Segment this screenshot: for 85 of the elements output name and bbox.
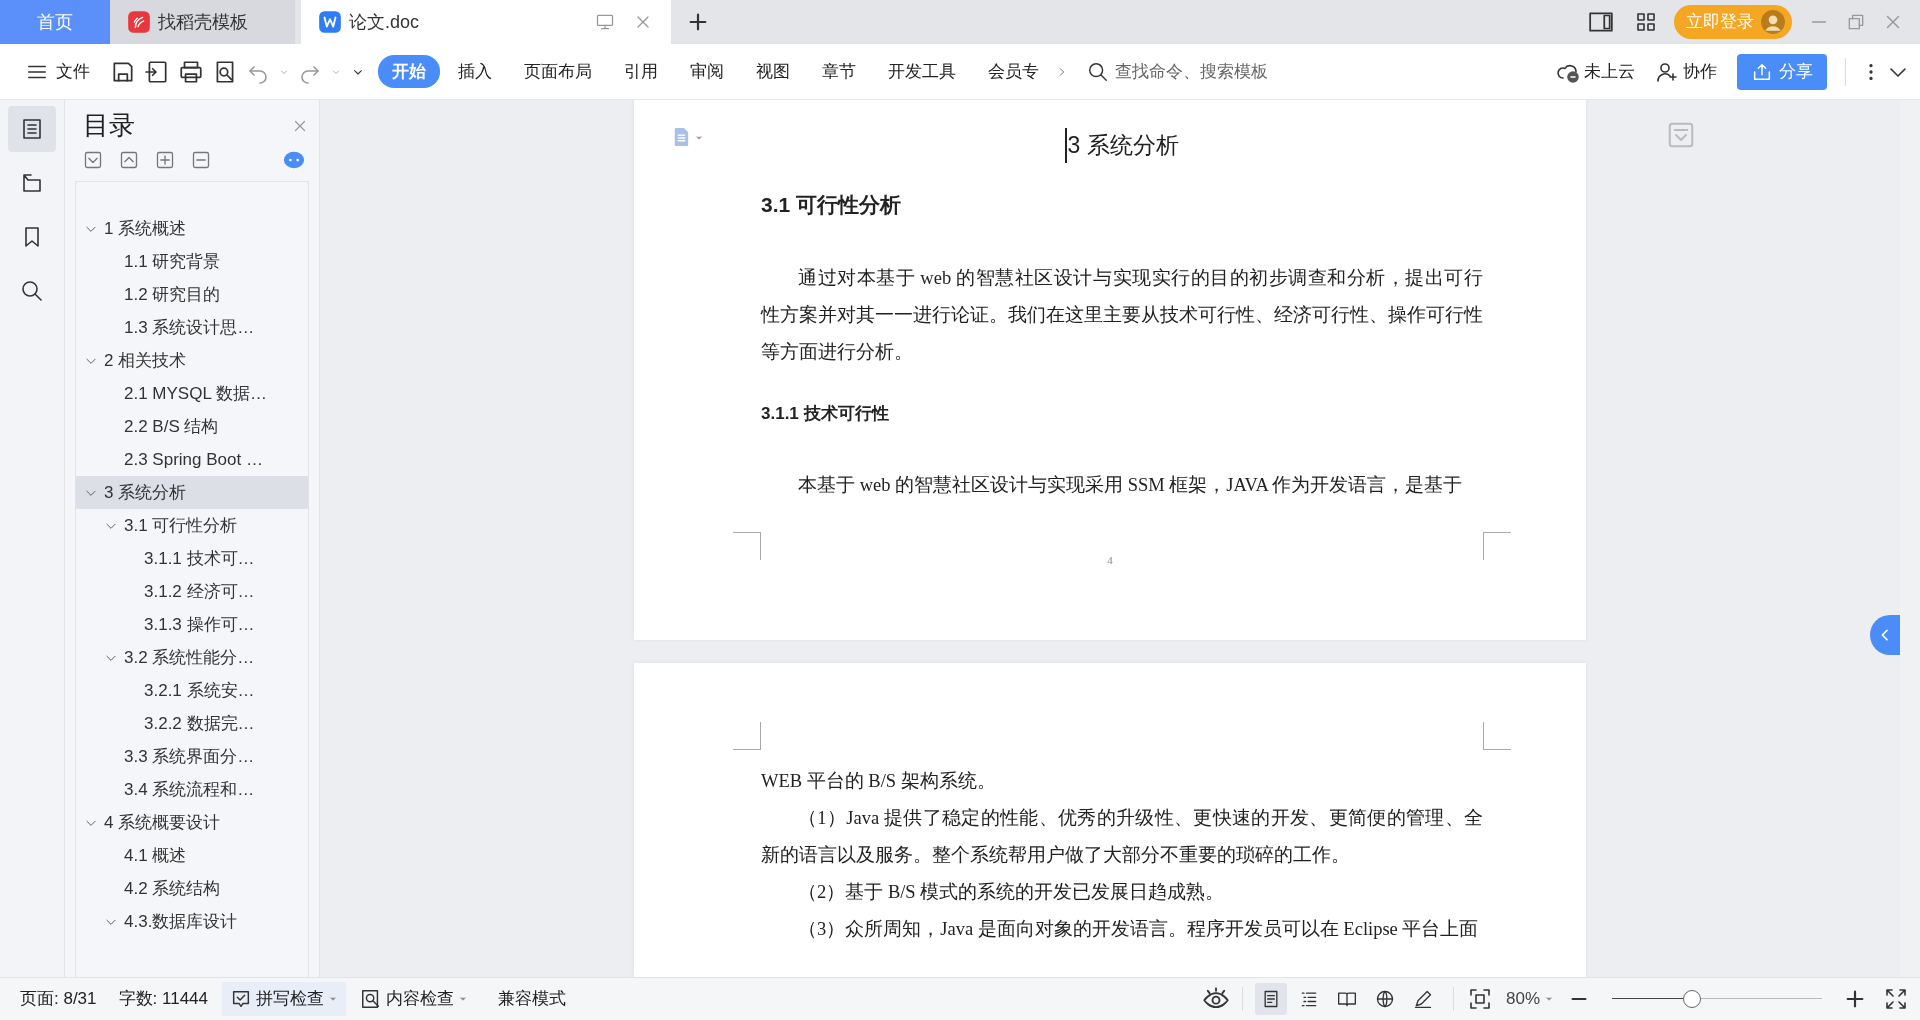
- collapse-all-icon[interactable]: [83, 150, 103, 170]
- caret-icon: [1544, 994, 1554, 1004]
- toc-item[interactable]: 2.3 Spring Boot …: [76, 443, 308, 476]
- toc-item[interactable]: 4.1 概述: [76, 839, 308, 872]
- corner-mark: [1483, 722, 1511, 750]
- content-check-button[interactable]: 内容检查: [352, 982, 476, 1016]
- toc-item[interactable]: 3.2 系统性能分…: [76, 641, 308, 674]
- page-count: 页面: 8/31: [19, 988, 98, 1011]
- toc-item[interactable]: 1.2 研究目的: [76, 278, 308, 311]
- section-heading: 3.1 可行性分析: [761, 191, 903, 218]
- toc-item[interactable]: 2 相关技术: [76, 344, 308, 377]
- zoom-in-icon[interactable]: [1844, 988, 1866, 1010]
- toc-item[interactable]: 3.1.3 操作可…: [76, 608, 308, 641]
- paragraph: （3）众所周知，Java 是面向对象的开发语言。程序开发员可以在 Eclipse 平台上面: [797, 918, 1480, 941]
- toc-item[interactable]: 3.4 系统流程和…: [76, 773, 308, 806]
- ribbon-tab[interactable]: 开发工具: [874, 54, 970, 89]
- ribbon-tab[interactable]: 引用: [610, 54, 672, 89]
- ribbon-tab[interactable]: 插入: [444, 54, 506, 89]
- toc-item[interactable]: 3.2.2 数据完…: [76, 707, 308, 740]
- search-field[interactable]: 查找命令、搜索模板: [1113, 57, 1403, 86]
- contents-button[interactable]: [8, 106, 56, 152]
- cloud-button[interactable]: 未上云: [1548, 54, 1643, 89]
- word-count: 字数: 11444: [117, 988, 209, 1011]
- toc-item[interactable]: 4 系统概要设计: [76, 806, 308, 839]
- remove-icon[interactable]: [191, 150, 211, 170]
- spell-check-button[interactable]: 拼写检查: [222, 982, 346, 1016]
- toc-item[interactable]: 1.1 研究背景: [76, 245, 308, 278]
- subsection-heading: 3.1.1 技术可行性: [761, 403, 890, 425]
- paragraph: （2）基于 B/S 模式的系统的开发已发展日趋成熟。: [797, 881, 1226, 904]
- print-icon[interactable]: [178, 58, 204, 85]
- ribbon-tab[interactable]: 会员专: [974, 54, 1053, 89]
- fullscreen-icon[interactable]: [1884, 987, 1908, 1011]
- new-tab-icon[interactable]: [687, 11, 709, 33]
- zoom-menu[interactable]: 80%: [1497, 982, 1562, 1016]
- leaf-logo-icon: [128, 11, 150, 33]
- avatar-icon: [1760, 9, 1786, 35]
- panel-title: 目录: [82, 109, 135, 142]
- content-check-icon: [360, 988, 382, 1010]
- search-icon[interactable]: [1087, 60, 1109, 83]
- fit-page-icon[interactable]: [1467, 987, 1492, 1011]
- toc-item[interactable]: 1 系统概述: [76, 212, 308, 245]
- caret-icon: [458, 994, 468, 1004]
- paragraph: 通过对本基于 web 的智慧社区设计与实现实行的目的初步调查和分析，提出可行性方案并对其一一进行论证。我们在这里主要从技术可行性、经济可行性、操作可行性等方面进行分析。: [761, 267, 1483, 364]
- side-panel-toggle[interactable]: [1870, 615, 1900, 655]
- corner-mark: [733, 532, 761, 560]
- paragraph: WEB 平台的 B/S 架构系统。: [761, 770, 997, 793]
- search-icon: [20, 279, 44, 303]
- compatibility-mode: 兼容模式: [497, 988, 567, 1011]
- paragraph: 本基于 web 的智慧社区设计与实现采用 SSM 框架，JAVA 作为开发语言，是基于: [797, 473, 1464, 497]
- export-icon[interactable]: [144, 58, 170, 85]
- toc-item[interactable]: 2.2 B/S 结构: [76, 410, 308, 443]
- collaborate-button[interactable]: 协作: [1647, 54, 1725, 89]
- toc-item[interactable]: 3.1.2 经济可…: [76, 575, 308, 608]
- spell-check-icon: [230, 988, 252, 1010]
- ribbon-tab[interactable]: 章节: [808, 54, 870, 89]
- toc-item[interactable]: 3.3 系统界面分…: [76, 740, 308, 773]
- corner-mark: [1483, 532, 1511, 560]
- toc-item[interactable]: 3.2.1 系统安…: [76, 674, 308, 707]
- toc-item[interactable]: 3.1 可行性分析: [76, 509, 308, 542]
- scrollbar[interactable]: [1900, 100, 1920, 977]
- ribbon-tab[interactable]: 视图: [742, 54, 804, 89]
- add-icon[interactable]: [155, 150, 175, 170]
- toc-item[interactable]: 2.1 MYSQL 数据…: [76, 377, 308, 410]
- screen-icon[interactable]: [595, 12, 615, 32]
- expand-all-icon[interactable]: [119, 150, 139, 170]
- caret-icon: [328, 994, 338, 1004]
- toc-item[interactable]: 1.3 系统设计思…: [76, 311, 308, 344]
- file-menu[interactable]: 文件: [18, 54, 98, 89]
- ribbon-tab[interactable]: 页面布局: [510, 54, 606, 89]
- paragraph: （1）Java 提供了稳定的性能、优秀的升级性、更快速的开发、更简便的管理、全新的语言以及服务。整个系统帮用户做了大部分不重要的琐碎的工作。: [761, 807, 1483, 867]
- toc-item[interactable]: 4.2 系统结构: [76, 872, 308, 905]
- page-title: 3 系统分析: [1065, 128, 1179, 163]
- ribbon-tab[interactable]: 审阅: [676, 54, 738, 89]
- page-number: 4: [1106, 553, 1114, 568]
- writer-logo-icon: [319, 11, 341, 33]
- slider-thumb[interactable]: [1682, 990, 1701, 1008]
- grid-icon[interactable]: [1634, 10, 1658, 34]
- list-icon: [20, 117, 44, 141]
- toc-item[interactable]: 3 系统分析: [76, 476, 308, 509]
- toc-item[interactable]: 4.3.数据库设计: [76, 905, 308, 938]
- corner-mark: [733, 722, 761, 750]
- document-tab[interactable]: 论文.doc: [301, 0, 671, 44]
- document-tab[interactable]: 找稻壳模板: [110, 0, 295, 44]
- view-mode-button[interactable]: [1254, 983, 1287, 1015]
- toc-item[interactable]: 3.1.1 技术可…: [76, 542, 308, 575]
